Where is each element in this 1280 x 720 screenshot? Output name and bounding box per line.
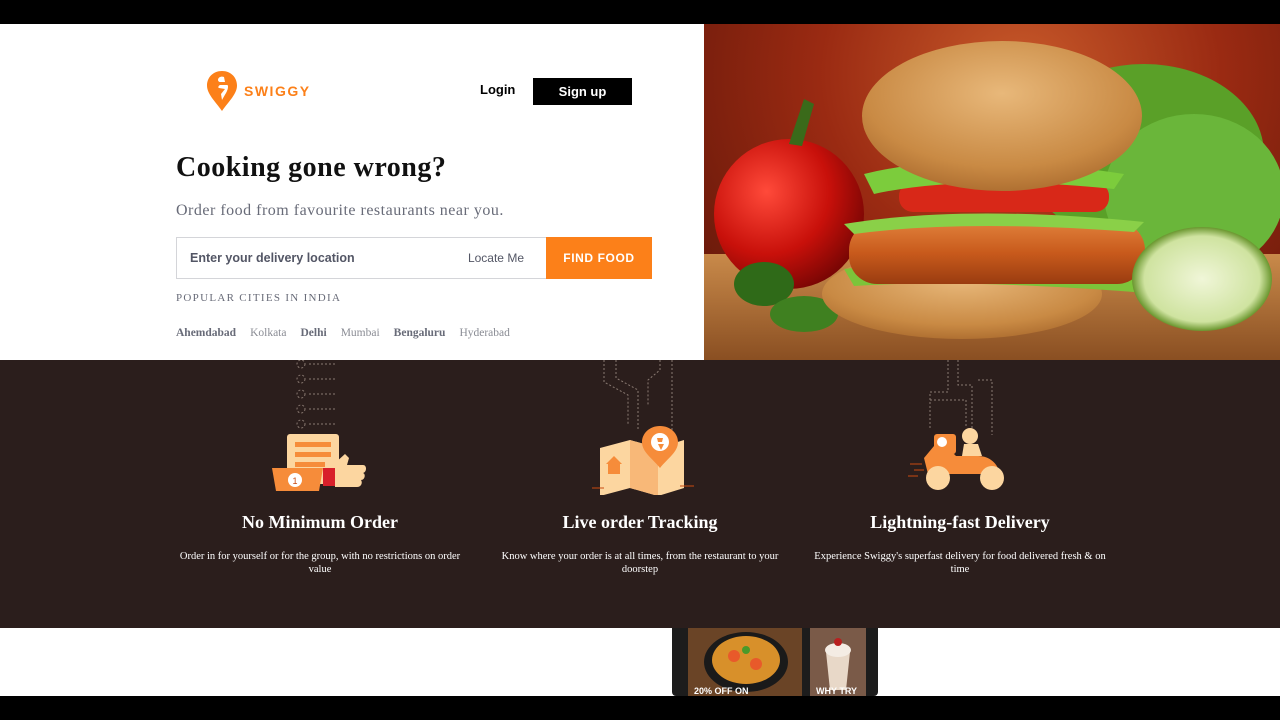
promo-card[interactable]: WHY TRY: [810, 628, 866, 696]
promo-label: 20% OFF ON: [694, 686, 749, 696]
city-link-delhi[interactable]: Delhi: [300, 327, 326, 339]
swiggy-logo-icon: [207, 71, 237, 111]
feature-title: No Minimum Order: [242, 512, 398, 532]
page-title: Cooking gone wrong?: [176, 152, 447, 183]
delivery-scooter-icon: [908, 360, 1004, 490]
letterbox-bottom: [0, 696, 1280, 720]
locate-me-button[interactable]: Locate Me: [468, 251, 524, 265]
feature-live-order-tracking: Live order Tracking Know where your orde…: [490, 360, 790, 628]
signup-button[interactable]: Sign up: [533, 78, 632, 105]
burger-illustration: [704, 41, 1280, 360]
promo-label: WHY TRY: [816, 686, 858, 696]
brand-name: SWIGGY: [244, 83, 311, 99]
feature-description: Order in for yourself or for the group, …: [179, 551, 461, 575]
phone-mockup: 20% OFF ON WHY TRY: [672, 628, 878, 696]
popular-cities-list: Ahemdabad Kolkata Delhi Mumbai Bengaluru…: [176, 327, 510, 339]
city-link-ahemdabad[interactable]: Ahemdabad: [176, 327, 236, 339]
feature-description: Experience Swiggy's superfast delivery f…: [814, 551, 1106, 575]
order-list-thumbs-up-icon: 1: [272, 360, 366, 491]
city-link-kolkata[interactable]: Kolkata: [250, 327, 286, 339]
svg-text:1: 1: [292, 476, 297, 486]
letterbox-top: [0, 0, 1280, 24]
find-food-button[interactable]: FIND FOOD: [546, 237, 652, 279]
delivery-location-box: Locate Me: [176, 237, 547, 279]
login-link[interactable]: Login: [480, 82, 515, 97]
city-link-mumbai[interactable]: Mumbai: [341, 327, 380, 339]
feature-title: Live order Tracking: [562, 512, 718, 532]
hero-left-panel: SWIGGY Login Sign up Cooking gone wrong?…: [0, 24, 704, 360]
page-subtitle: Order food from favourite restaurants ne…: [176, 202, 504, 219]
delivery-location-input[interactable]: [177, 251, 447, 265]
feature-no-minimum-order: 1 No Minimum Order Order in for yourself…: [170, 360, 470, 628]
map-location-pin-icon: [592, 360, 694, 495]
features-band: 1 No Minimum Order Order in for yourself…: [0, 360, 1280, 628]
promo-card[interactable]: 20% OFF ON: [688, 628, 802, 696]
city-link-hyderabad[interactable]: Hyderabad: [459, 327, 509, 339]
feature-description: Know where your order is at all times, f…: [501, 551, 779, 575]
feature-title: Lightning-fast Delivery: [870, 512, 1050, 532]
app-preview-section: 20% OFF ON WHY TRY: [0, 628, 1280, 696]
feature-lightning-fast-delivery: Lightning-fast Delivery Experience Swigg…: [810, 360, 1110, 628]
swiggy-logo[interactable]: SWIGGY: [206, 70, 311, 112]
city-link-bengaluru[interactable]: Bengaluru: [394, 327, 446, 339]
hero-food-image: [704, 24, 1280, 360]
popular-cities-heading: POPULAR CITIES IN INDIA: [176, 292, 342, 304]
